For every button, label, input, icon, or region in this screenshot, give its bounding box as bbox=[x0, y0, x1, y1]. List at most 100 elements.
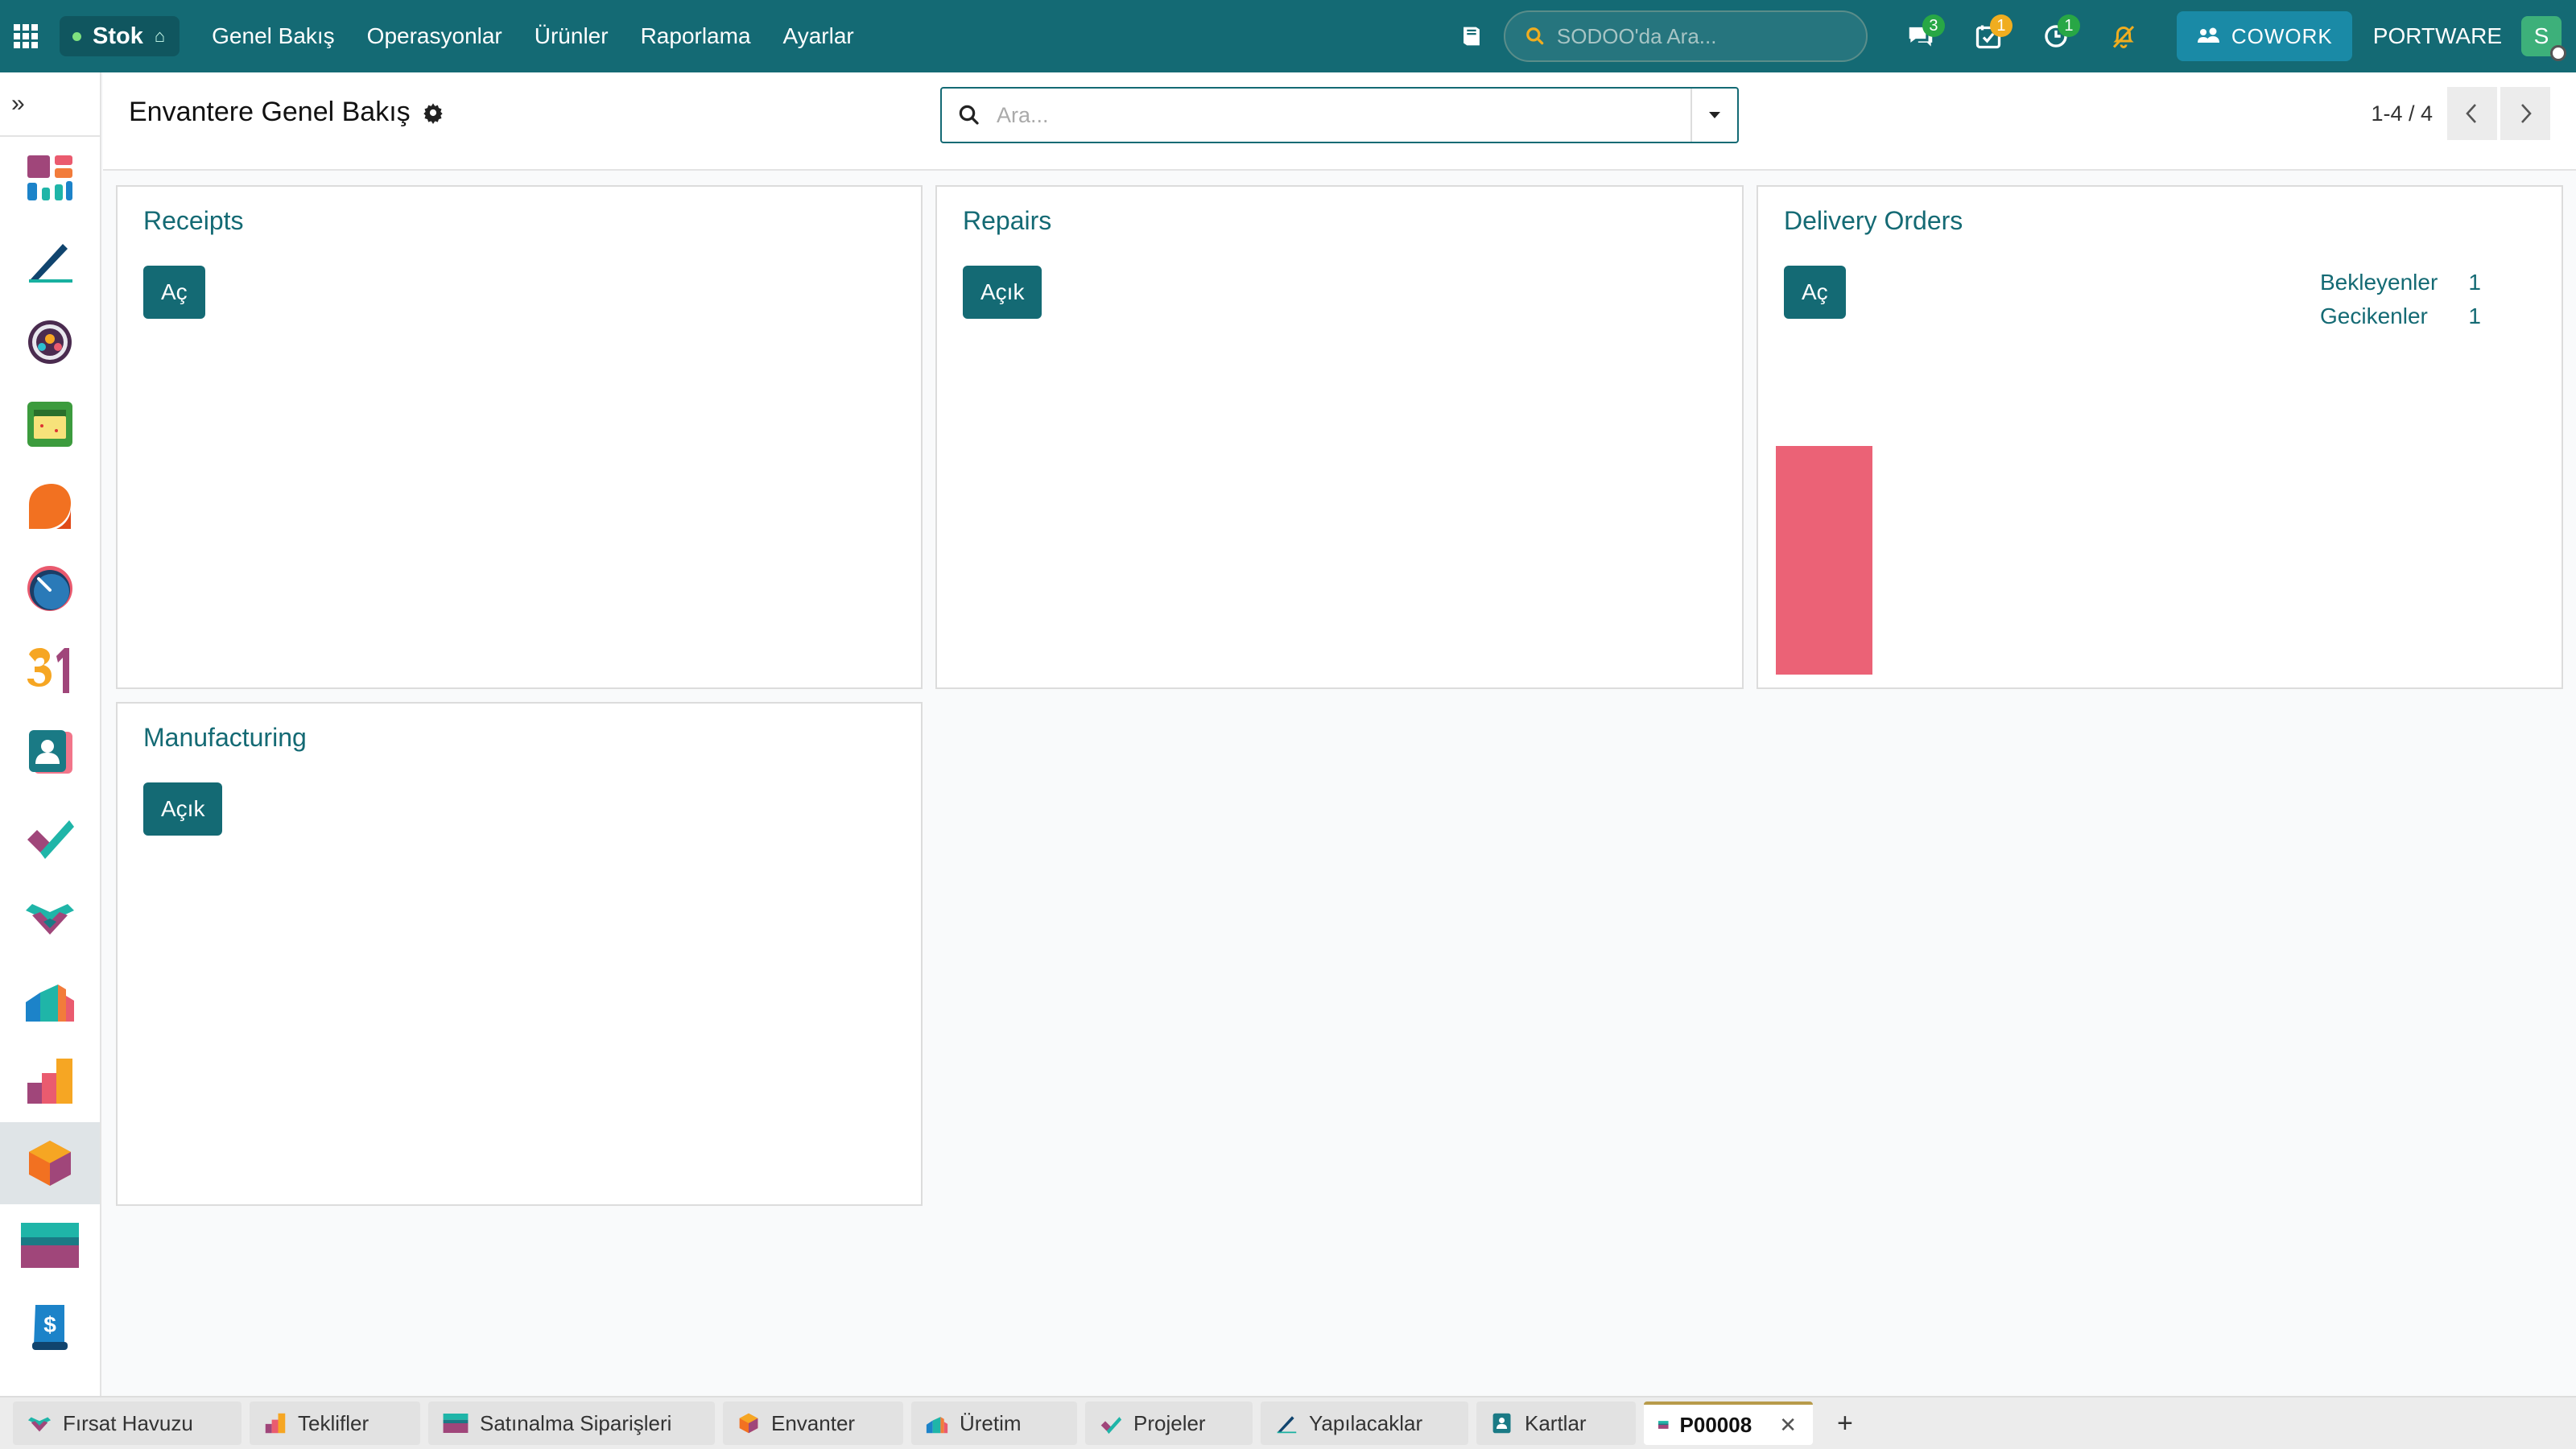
users-icon bbox=[2197, 27, 2219, 43]
tab-projeler[interactable]: Projeler bbox=[1085, 1402, 1253, 1445]
cowork-label: COWORK bbox=[2231, 23, 2333, 48]
caret-down-icon bbox=[1709, 112, 1720, 118]
notes-pen-icon bbox=[1277, 1416, 1297, 1434]
open-button[interactable]: Açık bbox=[963, 266, 1042, 319]
contacts-icon[interactable] bbox=[0, 712, 100, 794]
top-navbar: Stok ⌂ Genel Bakış Operasyonlar Ürünler … bbox=[0, 0, 2576, 72]
kanban-card-repairs: Repairs Açık bbox=[935, 185, 1744, 689]
calendar-board-icon[interactable] bbox=[0, 383, 100, 465]
tab-uretim[interactable]: Üretim bbox=[911, 1402, 1077, 1445]
card-title[interactable]: Receipts bbox=[143, 206, 244, 236]
tab-kartlar[interactable]: Kartlar bbox=[1476, 1402, 1636, 1445]
menu-item-urunler[interactable]: Ürünler bbox=[518, 0, 625, 72]
menu-item-raporlama[interactable]: Raporlama bbox=[625, 0, 767, 72]
notifications-off-button[interactable] bbox=[2090, 0, 2157, 72]
avatar-letter: S bbox=[2533, 23, 2549, 48]
tab-satinalma-siparisleri[interactable]: Satınalma Siparişleri bbox=[428, 1402, 715, 1445]
gauge-icon[interactable] bbox=[0, 547, 100, 630]
messages-button[interactable]: 3 bbox=[1887, 0, 1955, 72]
add-tab-icon[interactable]: + bbox=[1837, 1408, 1853, 1439]
tab-label: Projeler bbox=[1133, 1410, 1206, 1435]
kanban-card-delivery-orders: Delivery Orders Aç Bekleyenler 1 Geciken… bbox=[1757, 185, 2563, 689]
crm-handshake-icon[interactable] bbox=[0, 876, 100, 958]
open-button[interactable]: Aç bbox=[143, 266, 205, 319]
activities-button[interactable]: 1 bbox=[1955, 0, 2022, 72]
purchase-card-icon bbox=[1658, 1421, 1669, 1429]
chevron-left-icon bbox=[2466, 104, 2476, 123]
timer-button[interactable]: 1 bbox=[2022, 0, 2090, 72]
search-input[interactable] bbox=[997, 102, 1690, 128]
global-search[interactable] bbox=[1503, 10, 1868, 62]
members-circle-icon[interactable] bbox=[0, 301, 100, 383]
card-title[interactable]: Repairs bbox=[963, 206, 1051, 236]
menu-item-genel-bakis[interactable]: Genel Bakış bbox=[196, 0, 351, 72]
global-search-input[interactable] bbox=[1556, 23, 1847, 49]
app-brand-button[interactable]: Stok ⌂ bbox=[60, 16, 180, 56]
sidebar-expand-icon[interactable]: » bbox=[0, 72, 100, 137]
pager-previous-button[interactable] bbox=[2447, 87, 2497, 140]
calendar-31-icon[interactable] bbox=[0, 630, 100, 712]
tab-teklifler[interactable]: Teklifler bbox=[250, 1402, 420, 1445]
invoice-dollar-icon[interactable]: $ bbox=[0, 1286, 100, 1368]
sales-chart-icon[interactable] bbox=[0, 1040, 100, 1122]
stat-label: Gecikenler bbox=[2320, 303, 2428, 328]
app-name: Stok bbox=[93, 23, 143, 49]
pager-next-button[interactable] bbox=[2500, 87, 2550, 140]
tab-label: P00008 bbox=[1679, 1412, 1752, 1437]
close-tab-icon[interactable]: ✕ bbox=[1779, 1413, 1797, 1438]
open-button[interactable]: Aç bbox=[1784, 266, 1846, 319]
purchase-card-icon[interactable] bbox=[0, 1204, 100, 1286]
svg-text:$: $ bbox=[43, 1312, 56, 1337]
notes-pen-icon[interactable] bbox=[0, 219, 100, 301]
documentation-book-icon[interactable] bbox=[1454, 19, 1489, 54]
tab-firsat-havuzu[interactable]: Fırsat Havuzu bbox=[13, 1402, 242, 1445]
stat-label: Bekleyenler bbox=[2320, 270, 2438, 295]
stat-value: 1 bbox=[2468, 270, 2481, 295]
messages-count-badge: 3 bbox=[1922, 14, 1945, 37]
contacts-icon bbox=[1492, 1413, 1511, 1434]
menu-item-operasyonlar[interactable]: Operasyonlar bbox=[351, 0, 518, 72]
open-button[interactable]: Açık bbox=[143, 782, 223, 836]
orange-leaf-icon[interactable] bbox=[0, 465, 100, 547]
tab-label: Satınalma Siparişleri bbox=[480, 1410, 672, 1435]
page-title: Envantere Genel Bakış bbox=[129, 97, 444, 128]
manufacturing-icon[interactable] bbox=[0, 958, 100, 1040]
kanban-card-manufacturing: Manufacturing Açık bbox=[116, 702, 923, 1206]
project-check-icon bbox=[1100, 1417, 1122, 1435]
inventory-box-icon bbox=[739, 1413, 758, 1434]
company-switcher[interactable]: PORTWARE bbox=[2373, 23, 2502, 49]
timer-count-badge: 1 bbox=[2057, 14, 2080, 37]
search-options-toggle[interactable] bbox=[1690, 89, 1737, 142]
activities-count-badge: 1 bbox=[1989, 14, 2013, 37]
apps-sidebar: » $ bbox=[0, 72, 101, 1396]
app-status-dot-icon bbox=[72, 31, 81, 41]
dashboard-icon[interactable] bbox=[0, 137, 100, 219]
crm-handshake-icon bbox=[27, 1417, 52, 1432]
tab-p00008[interactable]: P00008 ✕ bbox=[1644, 1402, 1813, 1445]
tab-label: Teklifler bbox=[298, 1410, 369, 1435]
pager-value[interactable]: 1-4 / 4 bbox=[2371, 101, 2433, 126]
chevron-right-icon bbox=[2521, 104, 2532, 123]
sales-chart-icon bbox=[265, 1413, 286, 1434]
stat-row-waiting[interactable]: Bekleyenler 1 bbox=[2320, 266, 2481, 299]
gear-icon[interactable] bbox=[422, 101, 444, 124]
card-title[interactable]: Delivery Orders bbox=[1784, 206, 1963, 236]
presence-status-icon bbox=[2550, 45, 2566, 61]
cowork-button[interactable]: COWORK bbox=[2176, 11, 2352, 61]
project-check-icon[interactable] bbox=[0, 794, 100, 876]
tab-envanter[interactable]: Envanter bbox=[723, 1402, 903, 1445]
tab-yapilacaklar[interactable]: Yapılacaklar bbox=[1261, 1402, 1468, 1445]
menu-item-ayarlar[interactable]: Ayarlar bbox=[767, 0, 870, 72]
kanban-card-receipts: Receipts Aç bbox=[116, 185, 923, 689]
stat-row-late[interactable]: Gecikenler 1 bbox=[2320, 299, 2481, 333]
delivery-graph-bar[interactable] bbox=[1776, 446, 1872, 675]
inventory-box-icon[interactable] bbox=[0, 1122, 100, 1204]
bell-slash-icon bbox=[2112, 25, 2134, 48]
user-avatar[interactable]: S bbox=[2521, 16, 2566, 61]
tab-label: Yapılacaklar bbox=[1309, 1410, 1423, 1435]
app-switcher-grid-icon[interactable] bbox=[0, 0, 52, 72]
card-title[interactable]: Manufacturing bbox=[143, 723, 307, 753]
page-title-text: Envantere Genel Bakış bbox=[129, 97, 411, 127]
tab-label: Üretim bbox=[960, 1410, 1022, 1435]
search-bar bbox=[940, 87, 1739, 143]
